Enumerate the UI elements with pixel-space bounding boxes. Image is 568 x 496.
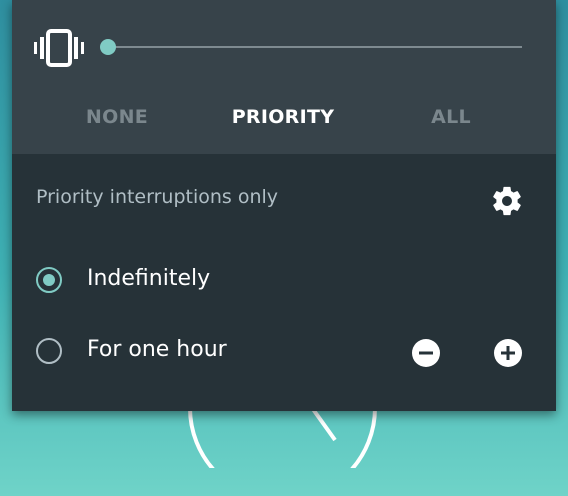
volume-slider[interactable] — [100, 36, 522, 58]
plus-circle-icon[interactable] — [494, 339, 522, 367]
radio-dot — [43, 274, 55, 286]
condition-label: Priority interruptions only — [36, 186, 279, 208]
option-for-one-hour[interactable]: For one hour — [12, 325, 556, 381]
minus-circle-icon[interactable] — [412, 339, 440, 367]
radio-indefinitely-checked[interactable] — [36, 267, 62, 293]
interruptions-panel: NONE PRIORITY ALL Priority interruptions… — [12, 0, 556, 411]
vibrate-icon[interactable] — [33, 28, 85, 68]
tab-priority[interactable]: PRIORITY — [203, 100, 363, 134]
option-indefinitely[interactable]: Indefinitely — [12, 254, 556, 310]
gear-icon[interactable] — [490, 184, 524, 218]
slider-track — [104, 46, 522, 48]
lock-screen-background: NONE PRIORITY ALL Priority interruptions… — [0, 0, 568, 496]
tab-all[interactable]: ALL — [371, 100, 531, 134]
option-indefinitely-label: Indefinitely — [87, 266, 211, 291]
tab-none[interactable]: NONE — [37, 100, 197, 134]
radio-for-one-hour[interactable] — [36, 338, 62, 364]
option-for-one-hour-label: For one hour — [87, 337, 227, 362]
volume-and-mode-section: NONE PRIORITY ALL — [12, 0, 556, 154]
slider-thumb[interactable] — [100, 39, 116, 55]
